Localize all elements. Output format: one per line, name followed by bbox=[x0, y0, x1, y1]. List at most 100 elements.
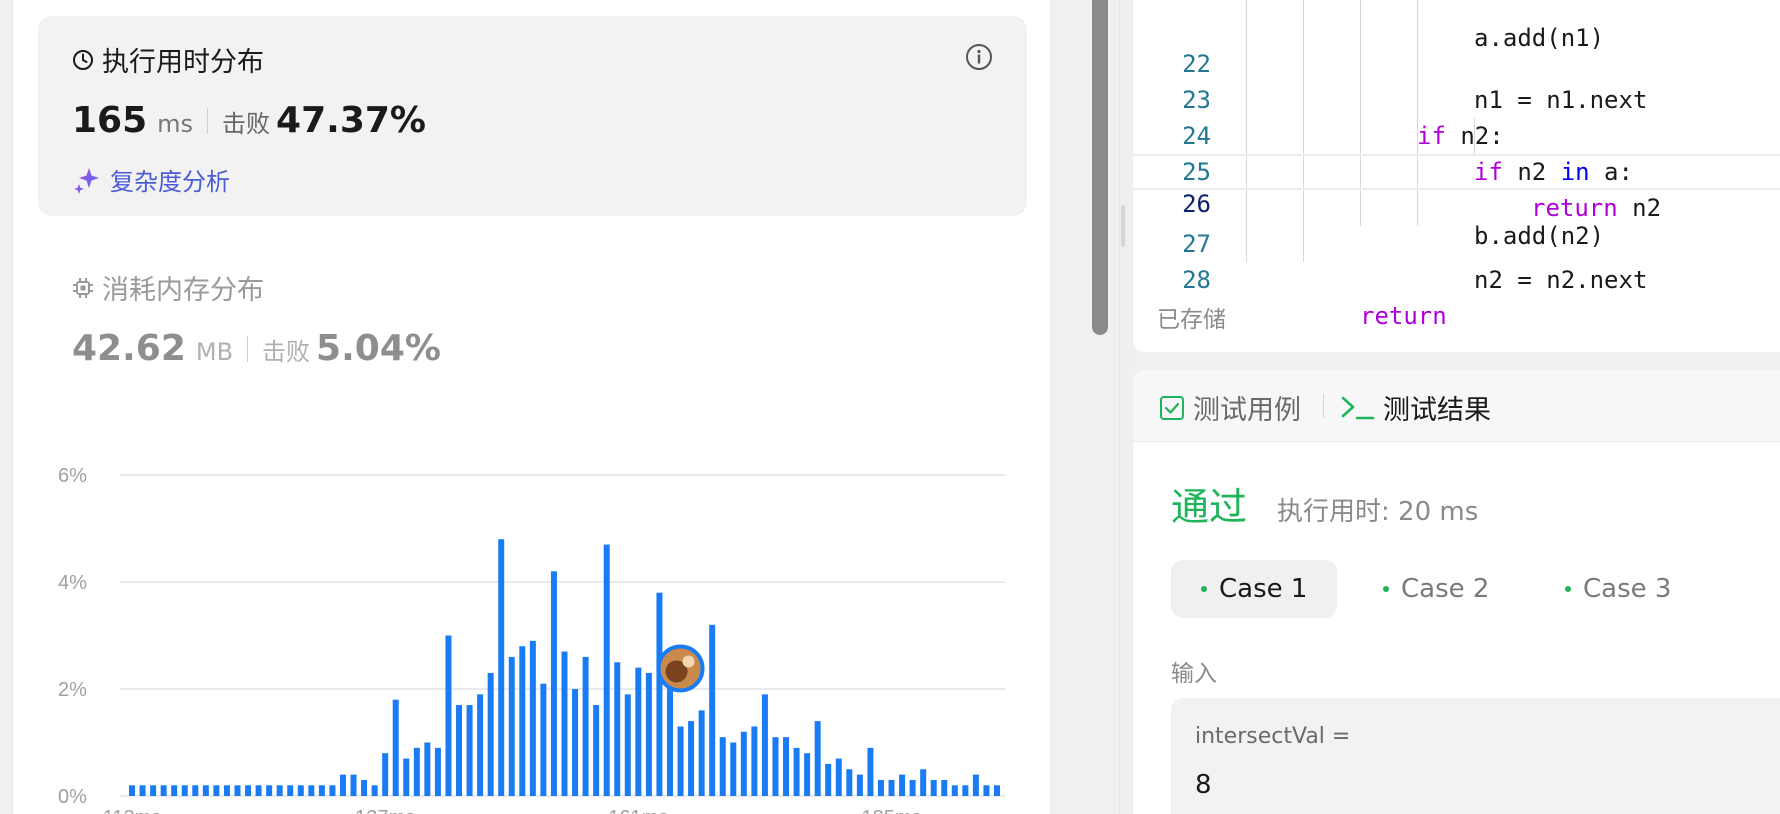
chart-bar[interactable] bbox=[719, 737, 726, 796]
tab-test-cases[interactable]: 测试用例 bbox=[1159, 388, 1301, 427]
chart-bar[interactable] bbox=[466, 705, 473, 796]
chart-bar[interactable] bbox=[329, 785, 336, 796]
code-line[interactable]: 27 n2 = n2.next bbox=[1133, 190, 1780, 294]
case-tab-2[interactable]: Case 2 bbox=[1353, 560, 1519, 618]
chart-bar[interactable] bbox=[129, 785, 135, 796]
chart-bar[interactable] bbox=[983, 785, 990, 796]
chart-bar[interactable] bbox=[392, 699, 399, 796]
chart-bar[interactable] bbox=[529, 640, 536, 796]
complexity-analysis-link[interactable]: 复杂度分析 bbox=[72, 162, 230, 197]
chart-bar[interactable] bbox=[645, 672, 652, 796]
chart-bar[interactable] bbox=[361, 779, 368, 796]
chart-bar[interactable] bbox=[403, 758, 410, 796]
chart-bar[interactable] bbox=[150, 785, 157, 796]
chart-bar[interactable] bbox=[160, 785, 167, 796]
chart-bar[interactable] bbox=[339, 774, 346, 796]
chart-bar[interactable] bbox=[434, 747, 441, 796]
chart-bar[interactable] bbox=[477, 694, 484, 796]
input-value-box[interactable]: intersectVal = 8 bbox=[1171, 698, 1780, 814]
chart-bar[interactable] bbox=[972, 774, 979, 796]
chart-bar[interactable] bbox=[899, 774, 906, 796]
chart-bar[interactable] bbox=[614, 662, 621, 796]
scrollbar-thumb[interactable] bbox=[1092, 0, 1108, 335]
chart-bar[interactable] bbox=[666, 678, 673, 796]
chart-bar[interactable] bbox=[698, 710, 705, 796]
chart-bar[interactable] bbox=[519, 646, 526, 796]
code-line[interactable]: 28 return bbox=[1133, 226, 1780, 330]
chart-bar[interactable] bbox=[740, 731, 747, 796]
chart-bar[interactable] bbox=[867, 747, 874, 796]
chart-bar[interactable] bbox=[540, 683, 547, 796]
chart-bar[interactable] bbox=[994, 785, 1000, 796]
chart-bar[interactable] bbox=[550, 571, 557, 796]
chart-bar[interactable] bbox=[181, 785, 188, 796]
code-line[interactable]: 23 if n2: bbox=[1133, 46, 1780, 150]
chart-bar[interactable] bbox=[962, 785, 969, 796]
chart-bar[interactable] bbox=[572, 689, 579, 796]
chart-bar[interactable] bbox=[308, 785, 315, 796]
chart-bar[interactable] bbox=[825, 763, 832, 796]
chart-bar[interactable] bbox=[371, 785, 378, 796]
chart-bar[interactable] bbox=[234, 785, 241, 796]
code-line[interactable]: 22 n1 = n1.next bbox=[1133, 10, 1780, 114]
code-editor[interactable]: a.add(n1) 22 n1 = n1.next 23 if n2: 24 i… bbox=[1133, 0, 1780, 352]
chart-bar[interactable] bbox=[814, 721, 821, 796]
chart-bar[interactable] bbox=[624, 694, 631, 796]
chart-bar[interactable] bbox=[920, 769, 927, 796]
chart-bar[interactable] bbox=[456, 705, 463, 796]
code-line[interactable]: 25 return n2 bbox=[1133, 118, 1780, 222]
chart-bar[interactable] bbox=[656, 592, 663, 796]
chart-bar[interactable] bbox=[582, 656, 589, 796]
chart-bar[interactable] bbox=[951, 785, 958, 796]
chart-bar[interactable] bbox=[171, 785, 178, 796]
chart-bar[interactable] bbox=[255, 785, 262, 796]
chart-bar[interactable] bbox=[561, 651, 568, 796]
chart-bar[interactable] bbox=[783, 737, 790, 796]
chart-bar[interactable] bbox=[223, 785, 230, 796]
chart-bar[interactable] bbox=[772, 737, 779, 796]
chart-bar[interactable] bbox=[635, 667, 642, 796]
chart-bar[interactable] bbox=[202, 785, 209, 796]
chart-bar[interactable] bbox=[888, 779, 895, 796]
chart-bar[interactable] bbox=[941, 779, 948, 796]
chart-bar[interactable] bbox=[192, 785, 199, 796]
chart-bar[interactable] bbox=[593, 705, 600, 796]
chart-bar[interactable] bbox=[382, 753, 389, 796]
chart-bar[interactable] bbox=[508, 656, 515, 796]
chart-bar[interactable] bbox=[793, 747, 800, 796]
chart-bar[interactable] bbox=[835, 758, 842, 796]
resize-handle[interactable] bbox=[1119, 0, 1133, 814]
chart-bar[interactable] bbox=[445, 635, 452, 797]
case-tab-1[interactable]: Case 1 bbox=[1171, 560, 1338, 618]
resize-grip[interactable] bbox=[1121, 205, 1125, 247]
chart-bar[interactable] bbox=[846, 769, 853, 796]
runtime-distribution-chart[interactable]: 6% 4% 2% 0% 113ms 137ms 161ms 185ms bbox=[0, 440, 1050, 814]
chart-bar[interactable] bbox=[213, 785, 220, 796]
chart-bar[interactable] bbox=[804, 753, 811, 796]
chart-bar[interactable] bbox=[603, 544, 610, 796]
case-tab-3[interactable]: Case 3 bbox=[1535, 560, 1701, 618]
chart-bar[interactable] bbox=[688, 721, 695, 796]
chart-bar[interactable] bbox=[350, 774, 357, 796]
chart-bar[interactable] bbox=[751, 726, 758, 796]
chart-bar[interactable] bbox=[245, 785, 252, 796]
chart-bar[interactable] bbox=[139, 785, 146, 796]
chart-bar[interactable] bbox=[856, 774, 863, 796]
chart-bar[interactable] bbox=[930, 779, 937, 796]
chart-bar[interactable] bbox=[413, 747, 420, 796]
chart-bar[interactable] bbox=[297, 785, 304, 796]
chart-bar[interactable] bbox=[266, 785, 273, 796]
info-icon[interactable] bbox=[965, 43, 993, 71]
code-line-active[interactable]: 26 b.add(n2) bbox=[1133, 154, 1780, 250]
chart-bar[interactable] bbox=[730, 742, 737, 797]
chart-bar[interactable] bbox=[424, 742, 431, 797]
tab-test-results[interactable]: 测试结果 bbox=[1341, 388, 1491, 427]
chart-bar[interactable] bbox=[761, 694, 768, 796]
chart-bar[interactable] bbox=[498, 539, 505, 796]
chart-bar[interactable] bbox=[709, 624, 716, 796]
chart-bar[interactable] bbox=[877, 779, 884, 796]
chart-bar[interactable] bbox=[909, 779, 916, 796]
chart-bar[interactable] bbox=[487, 672, 494, 796]
chart-bar[interactable] bbox=[677, 726, 684, 796]
chart-bar[interactable] bbox=[318, 785, 325, 796]
